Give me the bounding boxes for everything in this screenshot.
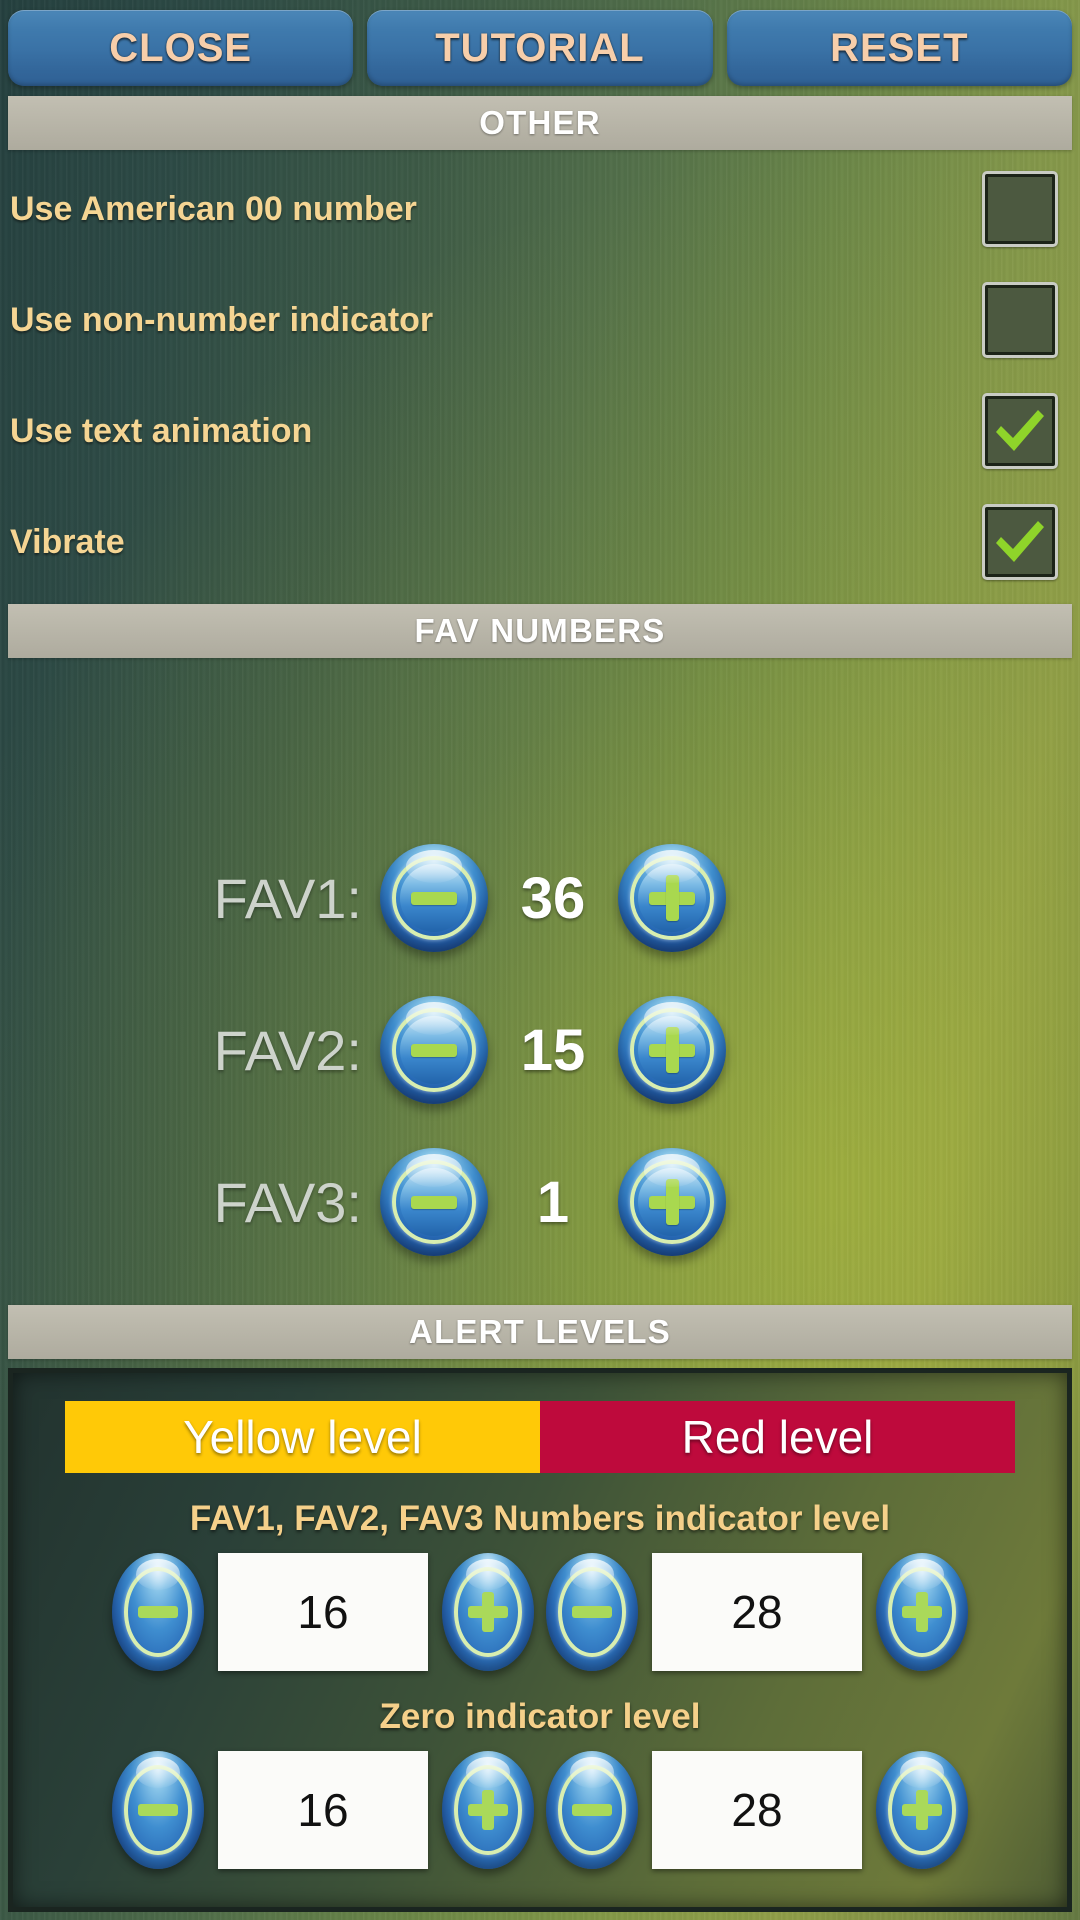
check-icon-slot: [985, 396, 1055, 466]
section-header-alert-levels-label: ALERT LEVELS: [409, 1313, 671, 1350]
fav-indicator-red-input[interactable]: 28: [652, 1553, 862, 1671]
zero-indicator-yellow-value: 16: [297, 1784, 349, 1836]
reset-button-label: RESET: [830, 25, 969, 70]
fav3-value: 1: [536, 1169, 570, 1235]
gloss-highlight: [135, 1756, 181, 1788]
option-row-vibrate[interactable]: Vibrate: [0, 486, 1080, 598]
gloss-highlight: [899, 1558, 945, 1590]
section-header-fav-numbers: FAV NUMBERS: [8, 604, 1072, 658]
alert-levels-panel: Yellow level Red level FAV1, FAV2, FAV3 …: [8, 1368, 1072, 1912]
fav1-value: 36: [520, 865, 586, 931]
section-header-fav-numbers-label: FAV NUMBERS: [414, 612, 666, 649]
option-label-use-american-00-number: Use American 00 number: [10, 189, 417, 228]
minus-icon: [380, 1148, 488, 1256]
check-icon: [996, 410, 1044, 451]
section-header-other-label: OTHER: [479, 104, 601, 141]
fav-indicator-red-increment-button[interactable]: [876, 1553, 968, 1671]
section-header-alert-levels: ALERT LEVELS: [8, 1305, 1072, 1359]
close-button-label: CLOSE: [109, 25, 253, 70]
tutorial-button[interactable]: TUTORIAL: [367, 10, 713, 86]
zero-indicator-yellow-decrement-button[interactable]: [112, 1751, 204, 1869]
fav2-decrement-button[interactable]: [380, 996, 488, 1104]
option-row-use-non-number-indicator[interactable]: Use non-number indicator: [0, 264, 1080, 376]
tab-red-level-label: Red level: [681, 1411, 874, 1463]
option-row-use-text-animation[interactable]: Use text animation: [0, 375, 1080, 487]
fav-indicator-red-decrement-button[interactable]: [546, 1553, 638, 1671]
zero-indicator-level-title: Zero indicator level: [379, 1697, 701, 1736]
fav-row-2: FAV2: 15: [0, 980, 1080, 1120]
fav-indicator-level-title: FAV1, FAV2, FAV3 Numbers indicator level: [189, 1499, 891, 1538]
zero-indicator-red-decrement-button[interactable]: [546, 1751, 638, 1869]
fav3-increment-button[interactable]: [618, 1148, 726, 1256]
fav1-increment-button[interactable]: [618, 844, 726, 952]
fav1-label: FAV1:: [213, 866, 362, 930]
plus-icon: [618, 996, 726, 1104]
gloss-highlight: [465, 1756, 511, 1788]
option-row-use-american-00-number[interactable]: Use American 00 number: [0, 153, 1080, 265]
fav1-decrement-button[interactable]: [380, 844, 488, 952]
fav-row-3: FAV3: 1: [0, 1132, 1080, 1272]
zero-indicator-red-value: 28: [731, 1784, 783, 1836]
fav3-decrement-button[interactable]: [380, 1148, 488, 1256]
settings-screen: CLOSE TUTORIAL RESET OTHER Use American …: [0, 0, 1080, 1920]
tutorial-button-label: TUTORIAL: [435, 25, 645, 70]
checkbox-use-american-00-number[interactable]: [982, 171, 1058, 247]
tab-red-level[interactable]: Red level: [540, 1401, 1015, 1473]
minus-icon: [380, 844, 488, 952]
fav-row-1: FAV1: 36: [0, 828, 1080, 968]
gloss-highlight: [135, 1558, 181, 1590]
gloss-highlight: [569, 1558, 615, 1590]
tab-yellow-level-label: Yellow level: [183, 1411, 422, 1463]
section-header-other: OTHER: [8, 96, 1072, 150]
checkbox-use-non-number-indicator[interactable]: [982, 282, 1058, 358]
fav-indicator-yellow-input[interactable]: 16: [218, 1553, 428, 1671]
minus-icon: [380, 996, 488, 1104]
fav-indicator-level-steppers: 16 28: [13, 1553, 1067, 1671]
check-icon-slot: [985, 285, 1055, 355]
check-icon: [996, 521, 1044, 562]
option-label-use-non-number-indicator: Use non-number indicator: [10, 300, 434, 339]
fav2-label: FAV2:: [213, 1018, 362, 1082]
option-label-use-text-animation: Use text animation: [10, 411, 313, 450]
checkbox-vibrate[interactable]: [982, 504, 1058, 580]
plus-icon: [618, 1148, 726, 1256]
fav2-value: 15: [520, 1017, 586, 1083]
reset-button[interactable]: RESET: [726, 10, 1072, 86]
close-button[interactable]: CLOSE: [8, 10, 354, 86]
fav-indicator-red-value: 28: [731, 1586, 783, 1638]
zero-indicator-yellow-input[interactable]: 16: [218, 1751, 428, 1869]
gloss-highlight: [569, 1756, 615, 1788]
check-icon-slot: [985, 507, 1055, 577]
zero-indicator-red-increment-button[interactable]: [876, 1751, 968, 1869]
plus-icon: [618, 844, 726, 952]
zero-indicator-red-input[interactable]: 28: [652, 1751, 862, 1869]
fav-indicator-yellow-increment-button[interactable]: [442, 1553, 534, 1671]
fav3-label: FAV3:: [213, 1170, 362, 1234]
tab-yellow-level[interactable]: Yellow level: [65, 1401, 540, 1473]
fav-indicator-yellow-value: 16: [297, 1586, 349, 1638]
gloss-highlight: [465, 1558, 511, 1590]
checkbox-use-text-animation[interactable]: [982, 393, 1058, 469]
zero-indicator-level-steppers: 16 28: [13, 1751, 1067, 1869]
top-button-bar: CLOSE TUTORIAL RESET: [0, 10, 1080, 86]
fav2-increment-button[interactable]: [618, 996, 726, 1104]
alert-level-tabs: Yellow level Red level: [65, 1401, 1015, 1473]
gloss-highlight: [899, 1756, 945, 1788]
fav-indicator-yellow-decrement-button[interactable]: [112, 1553, 204, 1671]
check-icon-slot: [985, 174, 1055, 244]
zero-indicator-yellow-increment-button[interactable]: [442, 1751, 534, 1869]
option-label-vibrate: Vibrate: [10, 522, 125, 561]
